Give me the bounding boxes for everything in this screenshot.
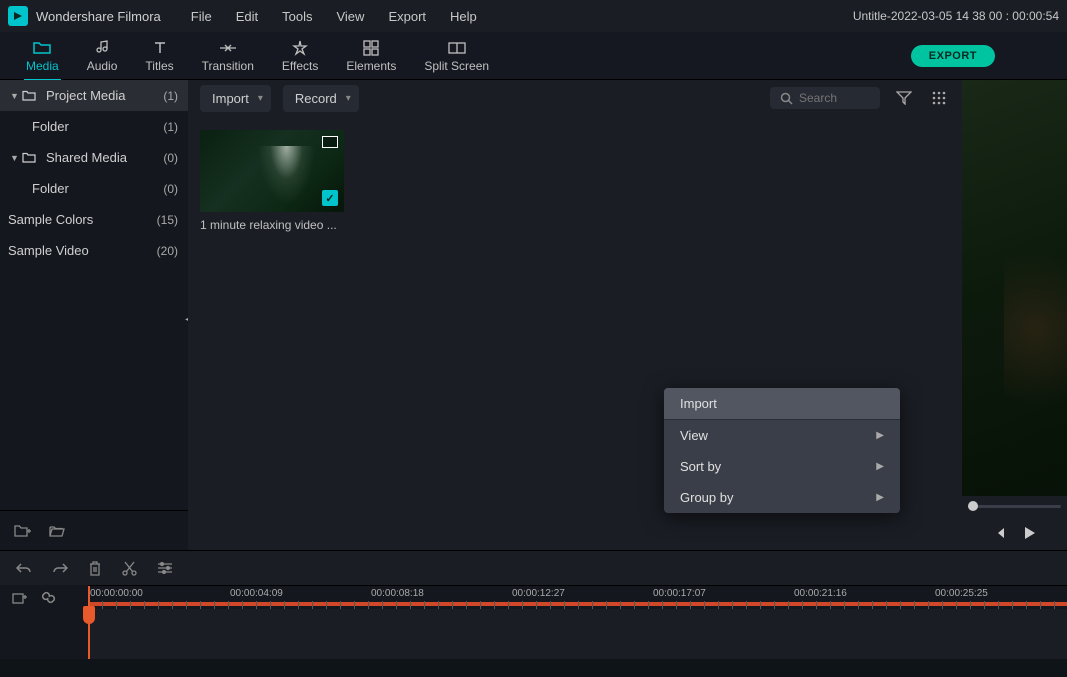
titlebar: Wondershare Filmora File Edit Tools View… (0, 0, 1067, 32)
play-button[interactable] (1024, 526, 1036, 540)
media-item[interactable]: ✓ 1 minute relaxing video ... (200, 130, 344, 232)
timeline-tools (0, 551, 1067, 585)
prev-frame-button[interactable] (994, 527, 1006, 539)
timeline-ruler[interactable]: 00:00:00:00 00:00:04:09 00:00:08:18 00:0… (88, 585, 1067, 609)
tab-transition[interactable]: Transition (188, 35, 268, 77)
ruler-mark: 00:00:21:16 (794, 588, 847, 599)
context-menu: Import View ▶ Sort by ▶ Group by ▶ (664, 388, 900, 513)
document-title: Untitle-2022-03-05 14 38 00 : 00:00:54 (853, 9, 1059, 23)
effects-icon (292, 39, 308, 57)
menu-view[interactable]: View (326, 7, 374, 26)
ruler-selection (88, 602, 1067, 606)
media-topbar: Import Record (188, 80, 962, 116)
preview-panel (962, 80, 1067, 550)
link-button[interactable] (41, 590, 56, 605)
sidebar-bottom-tools (0, 510, 188, 550)
open-folder-icon[interactable] (49, 524, 65, 537)
search-box[interactable] (770, 87, 880, 109)
context-menu-sort-by[interactable]: Sort by ▶ (664, 451, 900, 482)
main-toolbar: Media Audio Titles Transition Effects El… (0, 32, 1067, 80)
menu-export[interactable]: Export (378, 7, 436, 26)
caret-down-icon: ▼ (10, 153, 22, 163)
video-badge-icon (322, 136, 338, 148)
preview-controls (962, 516, 1067, 550)
menu-help[interactable]: Help (440, 7, 487, 26)
add-track-button[interactable] (12, 591, 27, 604)
transition-icon (219, 39, 237, 57)
slider-thumb[interactable] (968, 501, 978, 511)
split-screen-icon (448, 39, 466, 57)
menu-tools[interactable]: Tools (272, 7, 322, 26)
checkmark-icon: ✓ (322, 190, 338, 206)
context-menu-import[interactable]: Import (664, 388, 900, 419)
folder-icon (33, 39, 51, 57)
timeline-area: 00:00:00:00 00:00:04:09 00:00:08:18 00:0… (0, 550, 1067, 659)
preview-video[interactable] (962, 80, 1067, 496)
import-dropdown[interactable]: Import (200, 85, 271, 112)
ruler-mark: 00:00:08:18 (371, 588, 424, 599)
menubar: File Edit Tools View Export Help (181, 7, 487, 26)
sidebar-item-project-media[interactable]: ▼ Project Media (1) (0, 80, 188, 111)
sidebar: ▼ Project Media (1) Folder (1) ▼ Shared … (0, 80, 188, 550)
music-icon (94, 39, 110, 57)
caret-down-icon: ▼ (10, 91, 22, 101)
redo-button[interactable] (52, 561, 68, 575)
export-button[interactable]: EXPORT (911, 45, 995, 67)
playhead[interactable] (88, 586, 90, 659)
delete-button[interactable] (88, 561, 102, 576)
menu-file[interactable]: File (181, 7, 222, 26)
elements-icon (363, 39, 379, 57)
context-menu-group-by[interactable]: Group by ▶ (664, 482, 900, 513)
tab-effects[interactable]: Effects (268, 35, 332, 77)
media-item-name: 1 minute relaxing video ... (200, 218, 344, 232)
sidebar-item-shared-media[interactable]: ▼ Shared Media (0) (0, 142, 188, 173)
chevron-right-icon: ▶ (876, 461, 884, 472)
text-icon (153, 39, 167, 57)
filter-icon[interactable] (892, 87, 916, 109)
media-panel: Import Record ✓ 1 minute relaxing video … (188, 80, 962, 550)
tab-audio[interactable]: Audio (73, 35, 132, 77)
sidebar-item-folder-1[interactable]: Folder (1) (0, 111, 188, 142)
ruler-mark: 00:00:00:00 (90, 588, 143, 599)
folder-icon (22, 152, 40, 163)
ruler-mark: 00:00:12:27 (512, 588, 565, 599)
record-dropdown[interactable]: Record (283, 85, 359, 112)
tab-titles[interactable]: Titles (131, 35, 187, 77)
sidebar-item-sample-colors[interactable]: Sample Colors (15) (0, 204, 188, 235)
ruler-mark: 00:00:04:09 (230, 588, 283, 599)
ruler-mark: 00:00:25:25 (935, 588, 988, 599)
search-input[interactable] (799, 91, 869, 105)
timeline-side-tools (0, 585, 88, 609)
chevron-right-icon: ▶ (876, 492, 884, 503)
context-menu-view[interactable]: View ▶ (664, 420, 900, 451)
sidebar-item-sample-video[interactable]: Sample Video (20) (0, 235, 188, 266)
search-icon (780, 92, 793, 105)
media-grid[interactable]: ✓ 1 minute relaxing video ... Import Vie… (188, 116, 962, 550)
new-folder-icon[interactable] (14, 524, 31, 538)
timeline-tracks[interactable] (0, 609, 1067, 659)
ruler-mark: 00:00:17:07 (653, 588, 706, 599)
adjust-button[interactable] (157, 562, 173, 574)
app-logo-icon (8, 6, 28, 26)
undo-button[interactable] (16, 561, 32, 575)
preview-seek-slider[interactable] (962, 496, 1067, 516)
sidebar-item-folder-2[interactable]: Folder (0) (0, 173, 188, 204)
chevron-right-icon: ▶ (876, 430, 884, 441)
grid-view-icon[interactable] (928, 87, 950, 109)
cut-button[interactable] (122, 561, 137, 576)
menu-edit[interactable]: Edit (226, 7, 268, 26)
app-title: Wondershare Filmora (36, 9, 161, 24)
media-thumbnail[interactable]: ✓ (200, 130, 344, 212)
tab-elements[interactable]: Elements (332, 35, 410, 77)
tab-split-screen[interactable]: Split Screen (410, 35, 503, 77)
folder-icon (22, 90, 40, 101)
tab-media[interactable]: Media (12, 35, 73, 77)
